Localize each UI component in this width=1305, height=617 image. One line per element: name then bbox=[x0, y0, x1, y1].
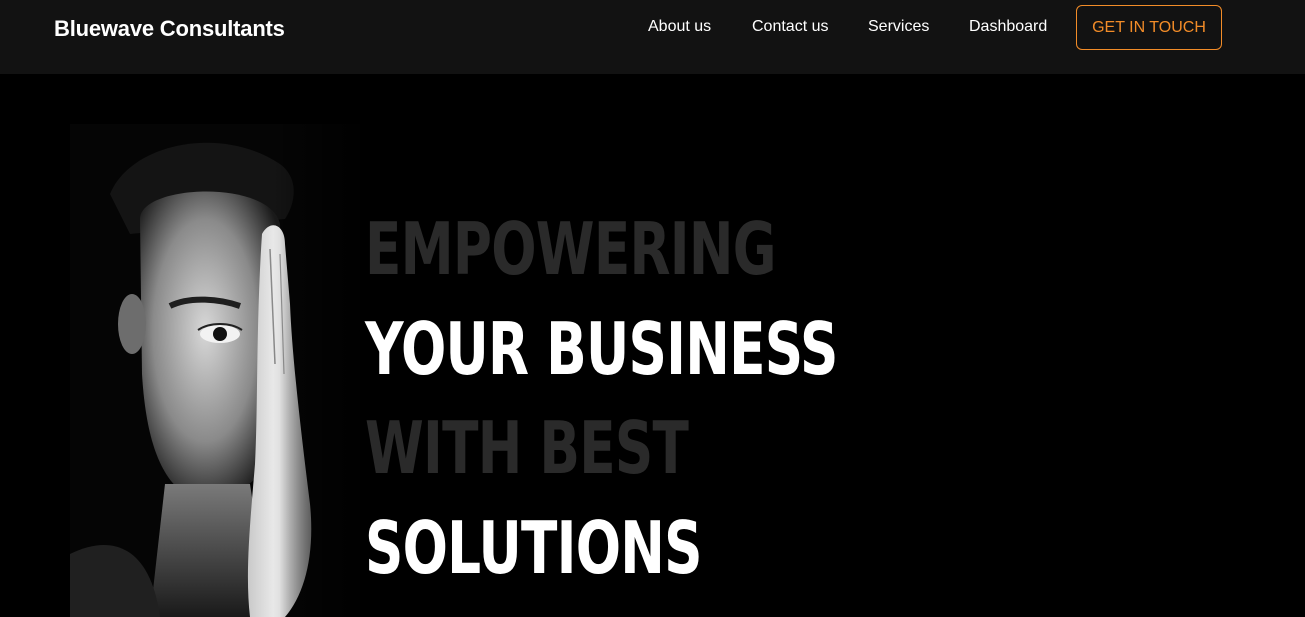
hero-headline-line-1: EMPOWERING bbox=[365, 207, 776, 291]
hero-headline-line-4: SOLUTIONS bbox=[365, 506, 702, 590]
top-navigation-bar: Bluewave Consultants About us Contact us… bbox=[0, 0, 1305, 74]
nav-link-services[interactable]: Services bbox=[868, 18, 929, 36]
hero-headline-line-2: YOUR BUSINESS bbox=[365, 307, 838, 391]
hero-headline-line-3: WITH BEST bbox=[365, 406, 689, 490]
brand-logo-text[interactable]: Bluewave Consultants bbox=[54, 16, 285, 42]
nav-link-contact-us[interactable]: Contact us bbox=[752, 18, 828, 36]
nav-link-about-us[interactable]: About us bbox=[648, 18, 711, 36]
nav-link-dashboard[interactable]: Dashboard bbox=[969, 18, 1047, 36]
hero-portrait-image bbox=[70, 124, 360, 617]
get-in-touch-button[interactable]: GET IN TOUCH bbox=[1076, 5, 1222, 50]
